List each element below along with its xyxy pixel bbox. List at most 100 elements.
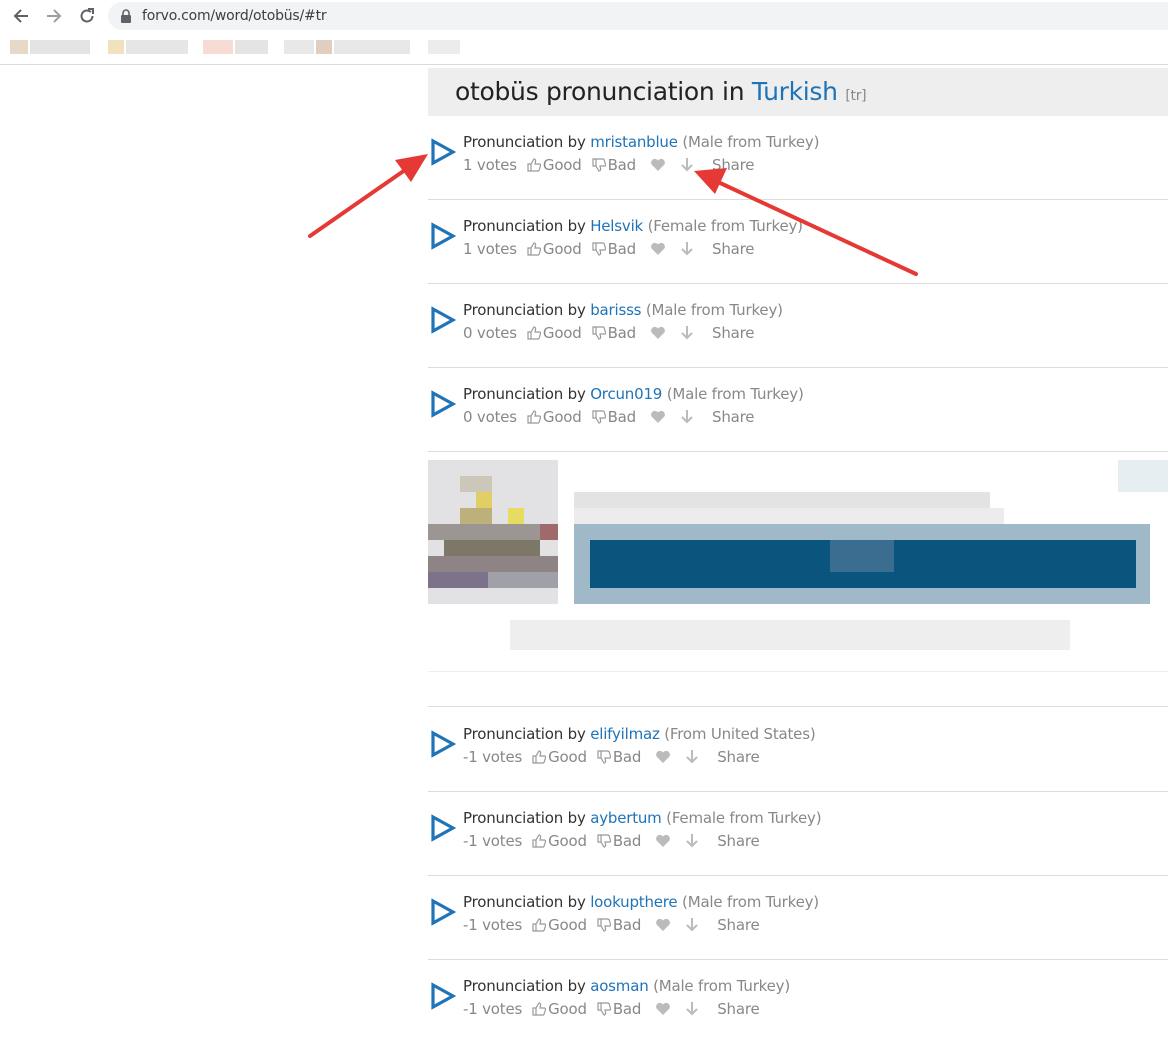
bad-button[interactable]: Bad — [597, 1000, 641, 1018]
share-link[interactable]: Share — [712, 324, 754, 342]
bookmark-item[interactable] — [334, 40, 410, 54]
bookmark-favicon[interactable] — [108, 40, 124, 54]
share-link[interactable]: Share — [712, 156, 754, 174]
bad-label: Bad — [607, 408, 637, 426]
bookmark-item[interactable] — [126, 40, 188, 54]
download-button[interactable] — [680, 241, 694, 257]
bad-button[interactable]: Bad — [591, 324, 636, 342]
thumbs-up-icon — [532, 834, 547, 848]
play-icon[interactable] — [430, 730, 456, 758]
votes-count: 1 votes — [463, 156, 517, 174]
thumbs-down-icon — [597, 750, 611, 764]
favorite-button[interactable] — [655, 918, 671, 932]
reload-button[interactable] — [75, 4, 99, 28]
download-arrow-icon — [681, 158, 693, 172]
favorite-button[interactable] — [655, 750, 671, 764]
heart-icon — [651, 410, 665, 423]
download-button[interactable] — [685, 833, 699, 849]
pronunciation-row: Pronunciation by Helsvik (Female from Tu… — [428, 200, 1168, 284]
play-icon[interactable] — [430, 814, 456, 842]
bad-label: Bad — [612, 1000, 642, 1018]
download-button[interactable] — [680, 409, 694, 425]
pronunciation-row: Pronunciation by barisss (Male from Turk… — [428, 284, 1168, 368]
good-button[interactable]: Good — [527, 408, 582, 426]
download-button[interactable] — [680, 157, 694, 173]
bad-button[interactable]: Bad — [591, 156, 636, 174]
favorite-button[interactable] — [655, 1002, 671, 1016]
user-link[interactable]: elifyilmaz — [590, 725, 660, 743]
good-button[interactable]: Good — [527, 324, 582, 342]
bad-button[interactable]: Bad — [597, 748, 641, 766]
heart-icon — [656, 834, 671, 847]
bookmark-item[interactable] — [284, 40, 314, 54]
pronunciation-by-label: Pronunciation by — [463, 133, 586, 151]
user-link[interactable]: aosman — [590, 977, 648, 995]
user-link[interactable]: mristanblue — [590, 133, 678, 151]
forward-button[interactable] — [42, 4, 66, 28]
good-button[interactable]: Good — [532, 1000, 587, 1018]
votes-count: 1 votes — [463, 240, 517, 258]
good-button[interactable]: Good — [532, 748, 587, 766]
download-button[interactable] — [685, 1001, 699, 1017]
thumbs-down-icon — [597, 834, 611, 848]
share-link[interactable]: Share — [717, 916, 759, 934]
address-bar[interactable]: forvo.com/word/otobüs/#tr — [108, 2, 1168, 30]
play-icon[interactable] — [430, 982, 456, 1010]
share-link[interactable]: Share — [717, 748, 759, 766]
back-button[interactable] — [9, 4, 33, 28]
user-meta: (From United States) — [664, 725, 816, 743]
good-button[interactable]: Good — [527, 240, 582, 258]
play-icon[interactable] — [430, 898, 456, 926]
share-link[interactable]: Share — [717, 832, 759, 850]
good-label: Good — [548, 1000, 587, 1018]
pronunciation-author: Pronunciation by barisss (Male from Turk… — [463, 301, 783, 319]
bad-button[interactable]: Bad — [591, 240, 636, 258]
bookmark-favicon[interactable] — [10, 40, 28, 54]
play-icon[interactable] — [430, 390, 456, 418]
favorite-button[interactable] — [655, 834, 671, 848]
favorite-button[interactable] — [650, 326, 666, 340]
thumbs-up-icon — [532, 1002, 547, 1016]
heart-icon — [656, 1002, 671, 1015]
download-button[interactable] — [685, 917, 699, 933]
play-icon[interactable] — [430, 138, 456, 166]
favorite-button[interactable] — [650, 410, 666, 424]
share-link[interactable]: Share — [717, 1000, 759, 1018]
bookmark-item[interactable] — [235, 40, 268, 54]
ad-pixelated-image — [428, 460, 1168, 650]
download-button[interactable] — [685, 749, 699, 765]
favorite-button[interactable] — [650, 242, 666, 256]
language-link[interactable]: Turkish — [752, 77, 838, 106]
bad-button[interactable]: Bad — [597, 916, 641, 934]
bookmark-item[interactable] — [30, 40, 90, 54]
thumbs-down-icon — [591, 326, 606, 340]
good-label: Good — [548, 832, 587, 850]
user-link[interactable]: Orcun019 — [590, 385, 662, 403]
good-button[interactable]: Good — [532, 916, 587, 934]
user-link[interactable]: barisss — [590, 301, 641, 319]
play-icon[interactable] — [430, 222, 456, 250]
favorite-button[interactable] — [650, 158, 666, 172]
good-button[interactable]: Good — [527, 156, 582, 174]
user-link[interactable]: aybertum — [590, 809, 662, 827]
advertisement[interactable] — [428, 452, 1168, 672]
pronunciation-author: Pronunciation by mristanblue (Male from … — [463, 133, 819, 151]
share-link[interactable]: Share — [712, 408, 754, 426]
votes-count: -1 votes — [463, 1000, 523, 1018]
bookmark-favicon[interactable] — [316, 40, 332, 54]
download-arrow-icon — [686, 834, 698, 848]
play-icon[interactable] — [430, 306, 456, 334]
good-button[interactable]: Good — [532, 832, 587, 850]
red-arrow-to-play-icon — [308, 154, 428, 238]
share-link[interactable]: Share — [712, 240, 754, 258]
bad-button[interactable]: Bad — [597, 832, 641, 850]
user-link[interactable]: Helsvik — [590, 217, 643, 235]
user-link[interactable]: lookupthere — [590, 893, 677, 911]
votes-count: -1 votes — [463, 748, 523, 766]
download-button[interactable] — [680, 325, 694, 341]
browser-toolbar: forvo.com/word/otobüs/#tr — [0, 0, 1168, 32]
download-arrow-icon — [686, 750, 698, 764]
bad-button[interactable]: Bad — [591, 408, 637, 426]
bookmark-item[interactable] — [428, 40, 460, 54]
bookmark-favicon[interactable] — [203, 40, 233, 54]
